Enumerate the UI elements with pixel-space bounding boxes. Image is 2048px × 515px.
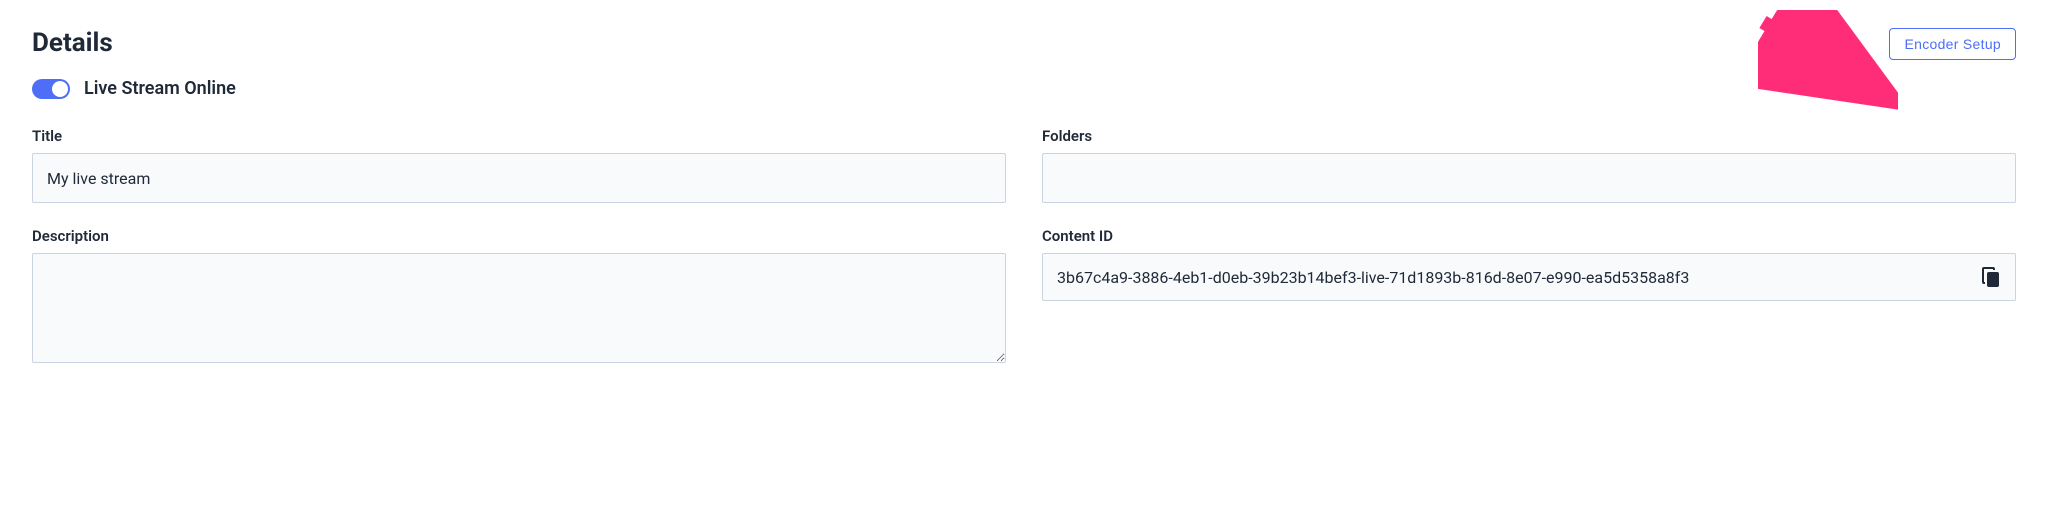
description-label: Description xyxy=(32,227,1006,245)
folders-input[interactable] xyxy=(1042,153,2016,203)
description-textarea[interactable] xyxy=(32,253,1006,363)
title-label: Title xyxy=(32,127,1006,145)
page-title: Details xyxy=(32,28,113,58)
encoder-setup-button[interactable]: Encoder Setup xyxy=(1889,28,2016,60)
copy-icon[interactable] xyxy=(1981,266,2001,288)
folders-label: Folders xyxy=(1042,127,2016,145)
content-id-field: 3b67c4a9-3886-4eb1-d0eb-39b23b14bef3-liv… xyxy=(1042,253,2016,301)
content-id-value: 3b67c4a9-3886-4eb1-d0eb-39b23b14bef3-liv… xyxy=(1057,268,1969,287)
content-id-label: Content ID xyxy=(1042,227,2016,245)
title-input[interactable] xyxy=(32,153,1006,203)
toggle-knob xyxy=(52,81,68,97)
live-stream-toggle-label: Live Stream Online xyxy=(84,78,236,99)
live-stream-toggle[interactable] xyxy=(32,79,70,99)
